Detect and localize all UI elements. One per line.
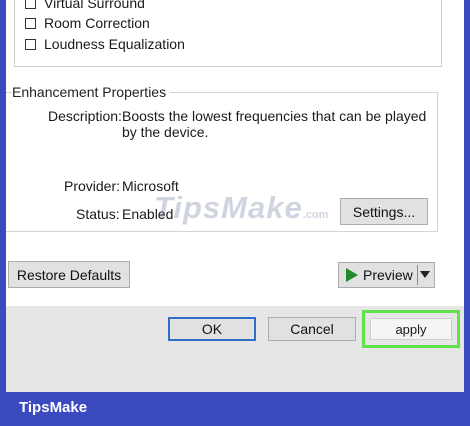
ok-button[interactable]: OK [168, 317, 256, 341]
checkbox[interactable] [25, 17, 36, 29]
option-label: Loudness Equalization [44, 36, 185, 52]
description-line-2: by the device. [122, 124, 209, 140]
divider [417, 265, 418, 285]
option-label: Room Correction [44, 15, 150, 31]
dialog-content: Virtual Surround Room Correction Loudnes… [6, 0, 464, 306]
description-line-1: Boosts the lowest frequencies that can b… [122, 108, 427, 124]
provider-label: Provider: [64, 178, 121, 194]
apply-button[interactable]: apply [370, 318, 452, 340]
play-icon [346, 268, 358, 282]
apply-highlight: apply [362, 310, 460, 348]
option-label: Virtual Surround [44, 0, 145, 11]
restore-defaults-button[interactable]: Restore Defaults [8, 261, 130, 288]
watermark: TipsMake.com [154, 190, 329, 225]
option-loudness-equalization[interactable]: Loudness Equalization [25, 35, 185, 53]
checkbox[interactable] [25, 38, 36, 50]
preview-label: Preview [363, 267, 413, 283]
group-title: Enhancement Properties [12, 84, 171, 100]
enhancement-list: Virtual Surround Room Correction Loudnes… [14, 0, 442, 67]
option-virtual-surround[interactable]: Virtual Surround [25, 0, 145, 12]
checkbox[interactable] [25, 0, 36, 9]
description-label: Description: [48, 108, 122, 124]
preview-button[interactable]: Preview [338, 262, 435, 288]
status-label: Status: [76, 206, 120, 222]
settings-button[interactable]: Settings... [340, 198, 428, 225]
dropdown-arrow-icon[interactable] [420, 271, 430, 278]
dialog-window: Virtual Surround Room Correction Loudnes… [6, 0, 464, 392]
option-room-correction[interactable]: Room Correction [25, 14, 150, 32]
brand-logo-text: TipsMake [19, 399, 88, 416]
cancel-button[interactable]: Cancel [268, 317, 356, 341]
